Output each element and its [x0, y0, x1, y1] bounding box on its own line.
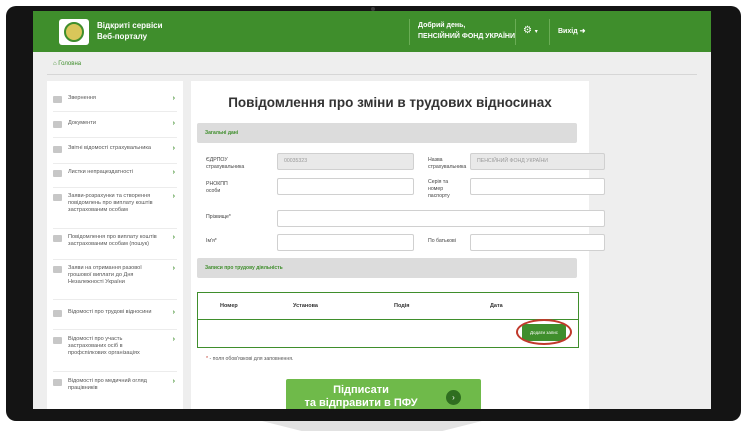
emblem-icon	[64, 22, 84, 42]
divider	[53, 163, 177, 164]
divider	[53, 187, 177, 188]
form-icon	[53, 266, 62, 273]
screen: Відкриті сервіси Веб-порталу Добрий день…	[33, 11, 711, 409]
monitor-stand	[262, 421, 482, 431]
sidebar-item-payment-calcs[interactable]: Заяви-розрахунки та створення повідомлен…	[47, 193, 183, 214]
brand-title[interactable]: Відкриті сервіси Веб-порталу	[97, 20, 187, 42]
user-greeting: Добрий день, ПЕНСІЙНИЙ ФОНД УКРАЇНИ	[418, 22, 516, 40]
sidebar-item-labor-relations[interactable]: Відомості про трудові відносини ›	[47, 309, 183, 317]
firstname-field[interactable]	[277, 234, 414, 251]
calc-icon	[53, 194, 62, 201]
divider	[53, 299, 177, 300]
sidebar: Звернення › Документи › Звітні відомості с…	[47, 81, 183, 409]
rnokpp-label: РНОКПП особи	[206, 181, 228, 194]
divider	[53, 329, 177, 330]
medical-icon	[53, 379, 62, 386]
insurer-name-label: Назва страхувальника	[428, 157, 467, 170]
sidebar-item-reports[interactable]: Звітні відомості страхувальника ›	[47, 145, 183, 153]
divider	[53, 371, 177, 372]
rnokpp-field[interactable]	[277, 178, 414, 195]
home-icon: ⌂	[53, 61, 57, 67]
insurer-name-field[interactable]: ПЕНСІЙНИЙ ФОНД УКРАЇНИ	[470, 153, 605, 170]
divider	[53, 111, 177, 112]
edrpou-field[interactable]: 00035323	[277, 153, 414, 170]
top-header: Відкриті сервіси Веб-порталу Добрий день…	[33, 11, 711, 52]
sign-and-send-button[interactable]: Підписати та відправити в ПФУ ›	[286, 379, 481, 409]
search-doc-icon	[53, 235, 62, 242]
divider	[53, 228, 177, 229]
chevron-right-icon: ›	[172, 95, 175, 102]
document-icon	[53, 121, 62, 128]
patronymic-field[interactable]	[470, 234, 605, 251]
required-note: * - поля обов'язкові для заповнення.	[206, 356, 294, 362]
sidebar-item-trade-unions[interactable]: Відомості про участь застрахованих осіб …	[47, 336, 183, 357]
column-header-institution: Установа	[293, 303, 318, 309]
report-icon	[53, 146, 62, 153]
surname-field[interactable]	[277, 210, 605, 227]
firstname-label: Ім'я*	[206, 238, 217, 244]
sidebar-item-one-time-payment[interactable]: Заяви на отримання разової грошової випл…	[47, 265, 183, 286]
group-icon	[53, 337, 62, 344]
section-general: Загальні дані	[197, 123, 577, 143]
divider	[47, 74, 697, 75]
chevron-right-icon: ›	[172, 336, 175, 343]
section-records: Записи про трудову діяльність	[197, 258, 577, 278]
passport-label: Серія та номер паспорту	[428, 179, 450, 199]
envelope-icon	[53, 96, 62, 103]
surname-label: Прізвище*	[206, 214, 231, 220]
chevron-right-icon: ›	[172, 265, 175, 272]
column-header-number: Номер	[220, 303, 238, 309]
logout-button[interactable]: Вихід ➜	[558, 27, 585, 35]
header-divider	[549, 19, 550, 45]
table-divider	[198, 319, 578, 320]
edrpou-label: ЄДРПОУ страхувальника	[206, 157, 245, 170]
gear-icon: ⚙	[523, 25, 532, 36]
chevron-right-icon: ›	[172, 234, 175, 241]
header-divider	[409, 19, 410, 45]
column-header-date: Дата	[490, 303, 503, 309]
divider	[53, 137, 177, 138]
chevron-right-icon: ›	[172, 309, 175, 316]
chevron-right-icon: ›	[172, 120, 175, 127]
chevron-right-icon: ›	[172, 145, 175, 152]
logout-icon: ➜	[579, 28, 586, 35]
arrow-right-icon: ›	[446, 390, 461, 405]
page-title: Повідомлення про зміни в трудових віднос…	[228, 95, 552, 110]
sidebar-item-documents[interactable]: Документи ›	[47, 120, 183, 128]
passport-field[interactable]	[470, 178, 605, 195]
sidebar-item-medical[interactable]: Відомості про медичний огляд працівників…	[47, 378, 183, 392]
patronymic-label: По батькові	[428, 238, 456, 244]
main-panel: Повідомлення про зміни в трудових віднос…	[191, 81, 605, 409]
breadcrumb[interactable]: ⌂ Головна	[53, 61, 81, 67]
settings-menu[interactable]: ⚙ ▾	[523, 25, 538, 36]
chevron-right-icon: ›	[172, 193, 175, 200]
records-table: Номер Установа Подія Дата Додати запис	[197, 292, 579, 348]
highlight-circle	[516, 319, 572, 345]
sidebar-item-appeals[interactable]: Звернення ›	[47, 95, 183, 103]
logo[interactable]	[59, 19, 89, 45]
divider	[53, 259, 177, 260]
chevron-right-icon: ›	[172, 378, 175, 385]
card-icon	[53, 310, 62, 317]
chevron-right-icon: ›	[172, 169, 175, 176]
column-header-event: Подія	[394, 303, 410, 309]
sidebar-item-payment-search[interactable]: Повідомлення про виплату коштів застрахо…	[47, 234, 183, 248]
sheet-icon	[53, 170, 62, 177]
header-divider	[515, 19, 516, 45]
sidebar-item-sick-leave[interactable]: Листки непрацездатності ›	[47, 169, 183, 177]
